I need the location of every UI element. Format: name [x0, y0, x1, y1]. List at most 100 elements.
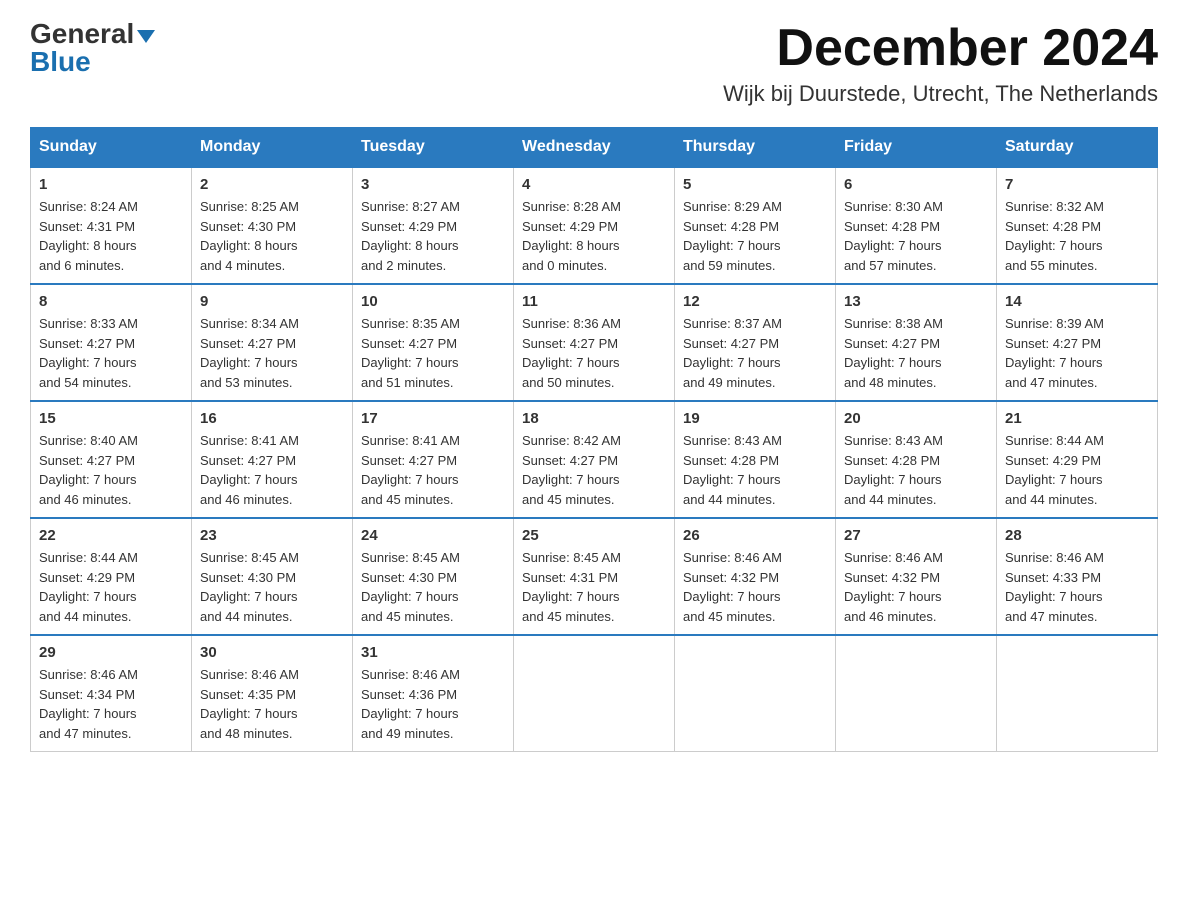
calendar-cell: 2 Sunrise: 8:25 AMSunset: 4:30 PMDaylight…	[192, 167, 353, 284]
calendar-cell: 8 Sunrise: 8:33 AMSunset: 4:27 PMDaylight…	[31, 284, 192, 401]
day-info: Sunrise: 8:44 AMSunset: 4:29 PMDaylight:…	[39, 548, 183, 626]
day-info: Sunrise: 8:46 AMSunset: 4:35 PMDaylight:…	[200, 665, 344, 743]
calendar-cell: 10 Sunrise: 8:35 AMSunset: 4:27 PMDayligh…	[353, 284, 514, 401]
day-info: Sunrise: 8:45 AMSunset: 4:30 PMDaylight:…	[200, 548, 344, 626]
day-info: Sunrise: 8:46 AMSunset: 4:33 PMDaylight:…	[1005, 548, 1149, 626]
week-row-1: 1 Sunrise: 8:24 AMSunset: 4:31 PMDaylight…	[31, 167, 1158, 284]
logo: General Blue	[30, 20, 155, 76]
day-info: Sunrise: 8:43 AMSunset: 4:28 PMDaylight:…	[844, 431, 988, 509]
calendar-cell: 17 Sunrise: 8:41 AMSunset: 4:27 PMDayligh…	[353, 401, 514, 518]
day-info: Sunrise: 8:44 AMSunset: 4:29 PMDaylight:…	[1005, 431, 1149, 509]
day-info: Sunrise: 8:46 AMSunset: 4:32 PMDaylight:…	[683, 548, 827, 626]
week-row-5: 29Sunrise: 8:46 AMSunset: 4:34 PMDayligh…	[31, 635, 1158, 752]
day-number: 8	[39, 293, 183, 310]
day-info: Sunrise: 8:33 AMSunset: 4:27 PMDaylight:…	[39, 314, 183, 392]
day-number: 30	[200, 644, 344, 661]
day-info: Sunrise: 8:37 AMSunset: 4:27 PMDaylight:…	[683, 314, 827, 392]
day-number: 24	[361, 527, 505, 544]
day-number: 9	[200, 293, 344, 310]
logo-general: General	[30, 20, 134, 48]
day-info: Sunrise: 8:34 AMSunset: 4:27 PMDaylight:…	[200, 314, 344, 392]
day-info: Sunrise: 8:24 AMSunset: 4:31 PMDaylight:…	[39, 197, 183, 275]
calendar-cell: 14 Sunrise: 8:39 AMSunset: 4:27 PMDayligh…	[997, 284, 1158, 401]
day-number: 4	[522, 176, 666, 193]
location-subtitle: Wijk bij Duurstede, Utrecht, The Netherl…	[723, 81, 1158, 107]
day-info: Sunrise: 8:28 AMSunset: 4:29 PMDaylight:…	[522, 197, 666, 275]
calendar-cell	[514, 635, 675, 752]
calendar-cell: 5Sunrise: 8:29 AMSunset: 4:28 PMDaylight…	[675, 167, 836, 284]
day-number: 12	[683, 293, 827, 310]
calendar-cell	[836, 635, 997, 752]
calendar-cell: 31 Sunrise: 8:46 AMSunset: 4:36 PMDayligh…	[353, 635, 514, 752]
calendar-cell: 24 Sunrise: 8:45 AMSunset: 4:30 PMDayligh…	[353, 518, 514, 635]
day-number: 26	[683, 527, 827, 544]
day-info: Sunrise: 8:45 AMSunset: 4:30 PMDaylight:…	[361, 548, 505, 626]
day-info: Sunrise: 8:42 AMSunset: 4:27 PMDaylight:…	[522, 431, 666, 509]
day-number: 16	[200, 410, 344, 427]
calendar-cell: 11Sunrise: 8:36 AMSunset: 4:27 PMDayligh…	[514, 284, 675, 401]
week-row-3: 15Sunrise: 8:40 AMSunset: 4:27 PMDayligh…	[31, 401, 1158, 518]
calendar-cell: 21 Sunrise: 8:44 AMSunset: 4:29 PMDayligh…	[997, 401, 1158, 518]
month-year-title: December 2024	[723, 20, 1158, 77]
week-row-2: 8 Sunrise: 8:33 AMSunset: 4:27 PMDaylight…	[31, 284, 1158, 401]
day-number: 13	[844, 293, 988, 310]
calendar-cell: 22 Sunrise: 8:44 AMSunset: 4:29 PMDayligh…	[31, 518, 192, 635]
day-info: Sunrise: 8:35 AMSunset: 4:27 PMDaylight:…	[361, 314, 505, 392]
day-number: 3	[361, 176, 505, 193]
day-number: 19	[683, 410, 827, 427]
day-info: Sunrise: 8:46 AMSunset: 4:32 PMDaylight:…	[844, 548, 988, 626]
day-info: Sunrise: 8:27 AMSunset: 4:29 PMDaylight:…	[361, 197, 505, 275]
day-info: Sunrise: 8:25 AMSunset: 4:30 PMDaylight:…	[200, 197, 344, 275]
day-number: 28	[1005, 527, 1149, 544]
day-number: 18	[522, 410, 666, 427]
calendar-cell: 7Sunrise: 8:32 AMSunset: 4:28 PMDaylight…	[997, 167, 1158, 284]
weekday-header-friday: Friday	[836, 128, 997, 168]
day-info: Sunrise: 8:45 AMSunset: 4:31 PMDaylight:…	[522, 548, 666, 626]
day-number: 27	[844, 527, 988, 544]
day-number: 11	[522, 293, 666, 310]
day-info: Sunrise: 8:41 AMSunset: 4:27 PMDaylight:…	[361, 431, 505, 509]
weekday-header-wednesday: Wednesday	[514, 128, 675, 168]
calendar-cell: 3 Sunrise: 8:27 AMSunset: 4:29 PMDaylight…	[353, 167, 514, 284]
calendar-cell: 6Sunrise: 8:30 AMSunset: 4:28 PMDaylight…	[836, 167, 997, 284]
day-number: 1	[39, 176, 183, 193]
week-row-4: 22 Sunrise: 8:44 AMSunset: 4:29 PMDayligh…	[31, 518, 1158, 635]
logo-triangle-icon	[137, 30, 155, 43]
calendar-cell: 25 Sunrise: 8:45 AMSunset: 4:31 PMDayligh…	[514, 518, 675, 635]
day-number: 10	[361, 293, 505, 310]
weekday-header-row: SundayMondayTuesdayWednesdayThursdayFrid…	[31, 128, 1158, 168]
weekday-header-monday: Monday	[192, 128, 353, 168]
calendar-cell: 23 Sunrise: 8:45 AMSunset: 4:30 PMDayligh…	[192, 518, 353, 635]
day-info: Sunrise: 8:38 AMSunset: 4:27 PMDaylight:…	[844, 314, 988, 392]
calendar-table: SundayMondayTuesdayWednesdayThursdayFrid…	[30, 127, 1158, 752]
day-number: 2	[200, 176, 344, 193]
day-number: 17	[361, 410, 505, 427]
calendar-cell: 20 Sunrise: 8:43 AMSunset: 4:28 PMDayligh…	[836, 401, 997, 518]
weekday-header-saturday: Saturday	[997, 128, 1158, 168]
calendar-cell: 19 Sunrise: 8:43 AMSunset: 4:28 PMDayligh…	[675, 401, 836, 518]
calendar-cell: 15Sunrise: 8:40 AMSunset: 4:27 PMDayligh…	[31, 401, 192, 518]
day-number: 31	[361, 644, 505, 661]
calendar-cell	[997, 635, 1158, 752]
weekday-header-thursday: Thursday	[675, 128, 836, 168]
calendar-cell: 9 Sunrise: 8:34 AMSunset: 4:27 PMDaylight…	[192, 284, 353, 401]
calendar-cell: 13 Sunrise: 8:38 AMSunset: 4:27 PMDayligh…	[836, 284, 997, 401]
day-number: 25	[522, 527, 666, 544]
calendar-cell: 27 Sunrise: 8:46 AMSunset: 4:32 PMDayligh…	[836, 518, 997, 635]
day-info: Sunrise: 8:43 AMSunset: 4:28 PMDaylight:…	[683, 431, 827, 509]
weekday-header-sunday: Sunday	[31, 128, 192, 168]
day-number: 14	[1005, 293, 1149, 310]
day-number: 7	[1005, 176, 1149, 193]
calendar-cell: 4 Sunrise: 8:28 AMSunset: 4:29 PMDaylight…	[514, 167, 675, 284]
title-section: December 2024 Wijk bij Duurstede, Utrech…	[723, 20, 1158, 107]
day-number: 20	[844, 410, 988, 427]
day-info: Sunrise: 8:46 AMSunset: 4:36 PMDaylight:…	[361, 665, 505, 743]
weekday-header-tuesday: Tuesday	[353, 128, 514, 168]
calendar-cell: 30 Sunrise: 8:46 AMSunset: 4:35 PMDayligh…	[192, 635, 353, 752]
day-info: Sunrise: 8:39 AMSunset: 4:27 PMDaylight:…	[1005, 314, 1149, 392]
day-number: 23	[200, 527, 344, 544]
day-number: 21	[1005, 410, 1149, 427]
day-number: 22	[39, 527, 183, 544]
calendar-cell: 29Sunrise: 8:46 AMSunset: 4:34 PMDayligh…	[31, 635, 192, 752]
logo-blue: Blue	[30, 46, 91, 77]
